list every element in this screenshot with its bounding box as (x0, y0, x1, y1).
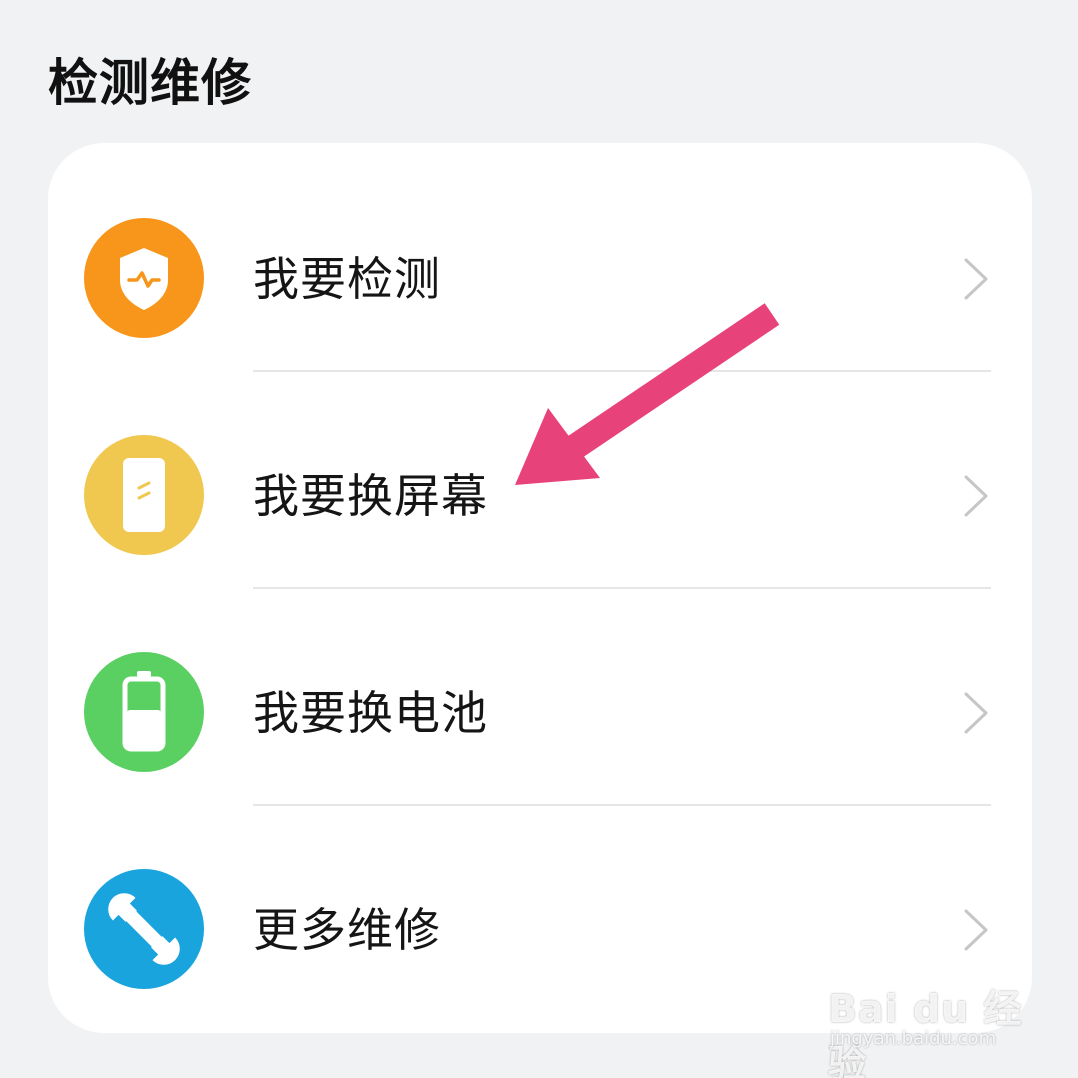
list-item-replace-battery[interactable]: 我要换电池 (48, 592, 1032, 808)
chevron-right-icon (964, 909, 988, 951)
battery-icon (84, 652, 204, 772)
chevron-right-icon (964, 258, 988, 300)
watermark-url: jingyan.baidu.com (830, 1028, 997, 1049)
divider (253, 587, 991, 589)
baidu-jingyan-watermark: Bai du 经验 jingyan.baidu.com (828, 960, 1028, 1078)
item-label: 我要换电池 (253, 686, 488, 740)
page: 检测维修 我要检测 我要换屏幕 我要换电池 更多维修 Bai du 经验 jin… (0, 0, 1078, 1078)
item-label: 我要换屏幕 (253, 469, 488, 523)
list-item-check[interactable]: 我要检测 (48, 158, 1032, 374)
item-label: 我要检测 (253, 252, 441, 306)
divider (253, 804, 991, 806)
chevron-right-icon (964, 692, 988, 734)
phone-screen-icon (84, 435, 204, 555)
chevron-right-icon (964, 475, 988, 517)
section-title: 检测维修 (48, 54, 252, 112)
list-item-replace-screen[interactable]: 我要换屏幕 (48, 375, 1032, 591)
repair-options-card: 我要检测 我要换屏幕 我要换电池 更多维修 (48, 143, 1032, 1033)
divider (253, 370, 991, 372)
item-label: 更多维修 (253, 903, 441, 957)
shield-icon (84, 218, 204, 338)
wrench-icon (84, 869, 204, 989)
